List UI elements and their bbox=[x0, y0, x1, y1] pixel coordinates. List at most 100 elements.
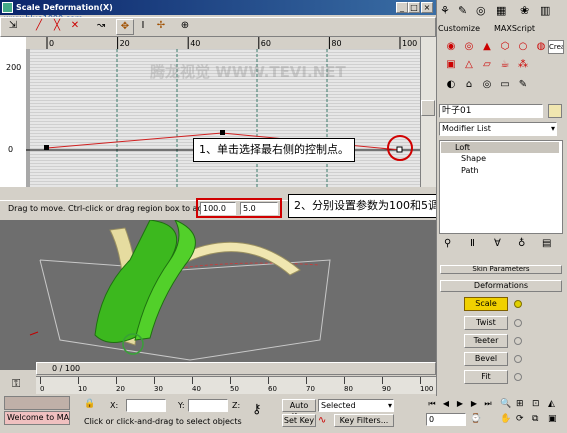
timeline-tick bbox=[268, 377, 269, 384]
hierarchy-tab-icon[interactable]: ⌂ bbox=[460, 78, 478, 94]
utilities-tab-icon[interactable]: ✎ bbox=[514, 78, 532, 94]
chevron-down-icon: ▾ bbox=[550, 124, 555, 133]
render-scene-icon[interactable]: ❀ bbox=[520, 4, 529, 17]
previous-frame-icon[interactable]: ◀ bbox=[440, 399, 452, 411]
zoom-extents-icon[interactable]: ⊡ bbox=[532, 399, 540, 409]
stack-item-shape[interactable]: Shape bbox=[441, 154, 486, 163]
twist-bulb-icon[interactable] bbox=[514, 319, 522, 327]
scale-point-icon[interactable]: Ⅰ bbox=[134, 19, 152, 35]
current-frame-field[interactable]: 0 bbox=[426, 413, 466, 426]
timeline-tick bbox=[154, 377, 155, 384]
lock-icon[interactable]: 🔒 bbox=[84, 399, 95, 409]
object-name-field[interactable]: 叶子01 bbox=[439, 104, 543, 118]
motion-tab-icon[interactable]: ◎ bbox=[478, 78, 496, 94]
timeline-icon[interactable]: ⚿ bbox=[12, 377, 20, 391]
key-filters-button[interactable]: Key Filters... bbox=[334, 414, 394, 427]
maximize-viewport-icon[interactable]: ⧉ bbox=[532, 414, 538, 424]
go-to-end-icon[interactable]: ⏭ bbox=[482, 399, 494, 411]
cone-icon[interactable]: ▲ bbox=[478, 40, 496, 56]
bevel-bulb-icon[interactable] bbox=[514, 355, 522, 363]
control-point-end[interactable] bbox=[396, 146, 403, 153]
key-mode-icon[interactable]: ∿ bbox=[318, 415, 326, 426]
make-symmetrical-icon[interactable]: ⊕ bbox=[176, 19, 194, 35]
stack-item-path[interactable]: Path bbox=[441, 166, 479, 175]
callout-1: 1、单击选择最右侧的控制点。 bbox=[193, 138, 355, 162]
move-control-point-icon[interactable]: ✥ bbox=[116, 19, 134, 35]
move-icon[interactable]: ⇲ bbox=[4, 19, 22, 35]
modify-tab-icon[interactable]: ◐ bbox=[442, 78, 460, 94]
quick-render-icon[interactable]: ▥ bbox=[540, 4, 550, 17]
snap-icon[interactable]: ⚘ bbox=[440, 4, 450, 17]
auto-key-button[interactable]: Auto Key bbox=[282, 399, 316, 421]
x-coordinate-field[interactable] bbox=[126, 399, 166, 412]
point-y-field[interactable]: 5.0 bbox=[240, 202, 278, 215]
configure-modifier-sets-icon[interactable]: ▤ bbox=[542, 238, 551, 249]
field-of-view-icon[interactable]: ◭ bbox=[548, 399, 555, 409]
torus-icon[interactable]: ○ bbox=[514, 40, 532, 56]
play-icon[interactable]: ▶ bbox=[454, 399, 466, 411]
y-coordinate-field[interactable] bbox=[188, 399, 228, 412]
next-frame-icon[interactable]: ▶ bbox=[468, 399, 480, 411]
remove-modifier-icon[interactable]: ♁ bbox=[518, 238, 525, 249]
deformations-rollout-header[interactable]: Deformations bbox=[440, 280, 562, 292]
cylinder-icon[interactable]: ◎ bbox=[460, 40, 478, 56]
zoom-all-icon[interactable]: ⊞ bbox=[516, 399, 524, 409]
object-color-swatch[interactable] bbox=[548, 104, 562, 118]
show-end-result-icon[interactable]: Ⅱ bbox=[470, 238, 475, 249]
box-icon[interactable]: ▣ bbox=[442, 58, 460, 74]
insert-corner-icon[interactable]: ╱ bbox=[30, 19, 48, 35]
scale-curve-icon[interactable]: ↝ bbox=[92, 19, 110, 35]
material-editor-icon[interactable]: ▦ bbox=[496, 4, 506, 17]
scale-deformation-button[interactable]: Scale bbox=[464, 297, 508, 311]
maximize-button[interactable]: □ bbox=[408, 2, 420, 13]
skin-parameters-rollout[interactable]: Skin Parameters bbox=[440, 265, 562, 274]
pin-stack-icon[interactable]: ⚲ bbox=[444, 238, 451, 249]
point-x-field[interactable]: 100.0 bbox=[200, 202, 236, 215]
minimize-button[interactable]: _ bbox=[396, 2, 408, 13]
fit-bulb-icon[interactable] bbox=[514, 373, 522, 381]
pan-icon[interactable]: ✋ bbox=[500, 414, 511, 424]
fit-deformation-button[interactable]: Fit bbox=[464, 370, 508, 384]
modifier-list-dropdown[interactable]: Modifier List ▾ bbox=[439, 122, 557, 136]
time-slider[interactable] bbox=[36, 362, 436, 375]
make-unique-icon[interactable]: ∀ bbox=[494, 238, 501, 249]
maxscript-listener-top[interactable] bbox=[4, 396, 70, 410]
min-max-toggle-icon[interactable]: ▣ bbox=[548, 414, 557, 424]
insert-point-icon[interactable]: ✢ bbox=[152, 19, 170, 35]
angle-snap-icon[interactable]: ✎ bbox=[458, 4, 467, 17]
menu-maxscript[interactable]: MAXScript bbox=[494, 24, 535, 33]
delete-icon[interactable]: ╳ bbox=[48, 19, 66, 35]
control-point-middle[interactable] bbox=[220, 130, 225, 135]
geosphere-icon[interactable]: ⬡ bbox=[496, 40, 514, 56]
array-icon[interactable]: ⁂ bbox=[514, 58, 532, 74]
curve-graph[interactable]: 0 20 40 60 80 100 200 0 腾龙视觉 WWW.TEVI.NET bbox=[0, 37, 436, 187]
teeter-bulb-icon[interactable] bbox=[514, 337, 522, 345]
reset-icon[interactable]: ✕ bbox=[66, 19, 84, 35]
control-point-start[interactable] bbox=[44, 145, 49, 150]
set-key-button[interactable]: Set Key bbox=[282, 414, 316, 427]
percent-snap-icon[interactable]: ◎ bbox=[476, 4, 486, 17]
scale-bulb-icon[interactable] bbox=[514, 300, 522, 308]
twist-deformation-button[interactable]: Twist bbox=[464, 316, 508, 330]
go-to-start-icon[interactable]: ⏮ bbox=[426, 399, 438, 411]
selected-dropdown[interactable]: Selected ▾ bbox=[318, 399, 394, 412]
sphere-icon[interactable]: ◉ bbox=[442, 40, 460, 56]
curve-scrollbar-thumb[interactable] bbox=[421, 100, 435, 116]
bevel-deformation-button[interactable]: Bevel bbox=[464, 352, 508, 366]
time-config-icon[interactable]: ⌚ bbox=[470, 414, 481, 424]
arc-rotate-icon[interactable]: ⟳ bbox=[516, 414, 524, 424]
teeter-deformation-button[interactable]: Teeter bbox=[464, 334, 508, 348]
key-icon[interactable]: ⚷ bbox=[252, 402, 262, 417]
stack-item-loft[interactable]: Loft bbox=[441, 142, 559, 153]
zoom-icon[interactable]: 🔍 bbox=[500, 399, 511, 409]
plane-icon[interactable]: ▱ bbox=[478, 58, 496, 74]
menu-customize[interactable]: Customize bbox=[438, 24, 480, 33]
viewport[interactable] bbox=[0, 220, 436, 370]
teapot-icon[interactable]: ☕ bbox=[496, 58, 514, 74]
display-tab-icon[interactable]: ▭ bbox=[496, 78, 514, 94]
curve-graph-svg: 0 20 40 60 80 100 bbox=[0, 37, 436, 187]
welcome-field[interactable]: Welcome to MAX bbox=[4, 411, 70, 425]
close-button[interactable]: × bbox=[421, 2, 433, 13]
pyramid-icon[interactable]: △ bbox=[460, 58, 478, 74]
create-tab[interactable]: Crea bbox=[548, 40, 564, 54]
